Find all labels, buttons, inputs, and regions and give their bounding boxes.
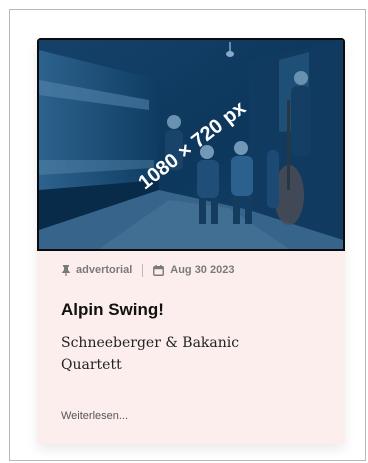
category-link[interactable]: advertorial [76, 264, 132, 276]
pin-icon [62, 264, 70, 276]
post-date: Aug 30 2023 [170, 264, 235, 276]
post-image: 1080 × 720 px [39, 40, 343, 249]
post-card: 1080 × 720 px advertorial Aug 30 2023 Al… [37, 38, 345, 444]
read-more-link[interactable]: Weiterlesen... [61, 410, 128, 422]
meta-divider [142, 263, 144, 277]
post-image-link[interactable]: 1080 × 720 px [37, 38, 345, 251]
post-subtitle: Schneeberger & Bakanic Quartett [61, 335, 240, 373]
post-meta: advertorial Aug 30 2023 [62, 262, 234, 278]
calendar-icon [153, 264, 165, 276]
post-title[interactable]: Alpin Swing! [61, 300, 325, 320]
